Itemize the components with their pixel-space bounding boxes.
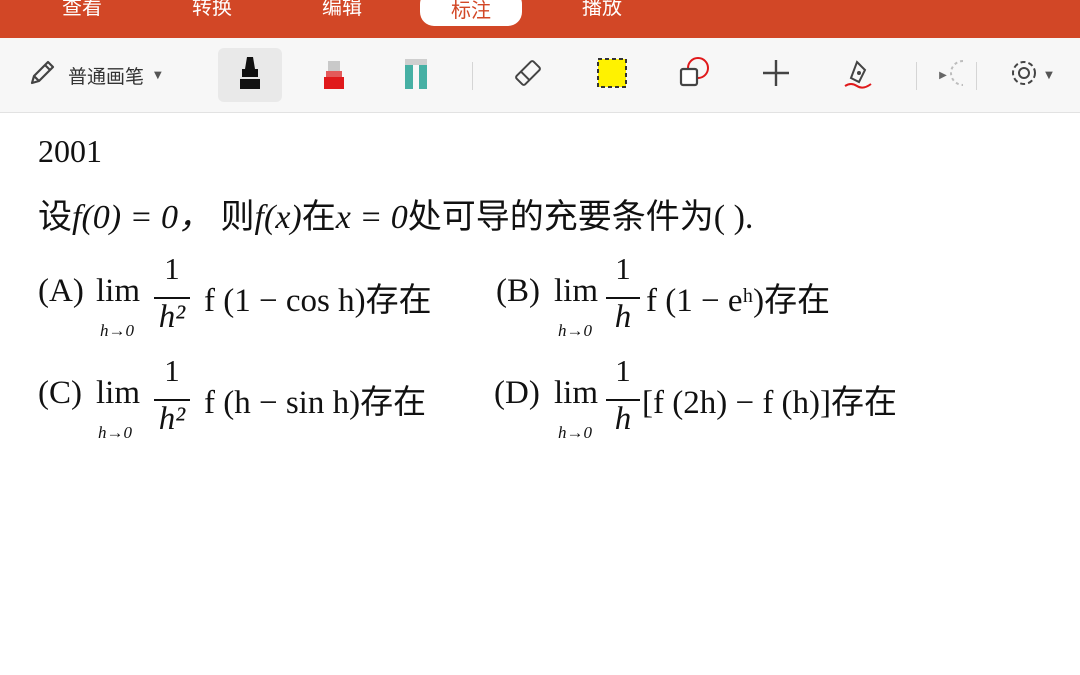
tab-play[interactable]: 播放 [572,0,632,26]
shape-icon [676,55,712,95]
question-mid: 则 [220,199,255,236]
option-expression: [f (2h) − f (h)]存在 [642,385,898,421]
pencil-icon [26,57,58,93]
limit-subscript: h→0 [558,321,592,340]
fraction-numerator: 1 [615,353,631,388]
option-label: (B) [496,273,540,309]
question-at: 在 [301,199,336,236]
option-expression: f (1 − eʰ)存在 [646,283,831,319]
half-circle-icon [947,58,965,92]
red-marker-icon [320,55,348,95]
add-button[interactable] [746,48,806,102]
limit-symbol: lim [96,375,141,411]
question-year: 2001 [38,133,102,169]
option-label: (D) [494,375,540,411]
teal-highlighter-icon [401,55,431,95]
fraction-numerator: 1 [615,251,631,286]
option-c[interactable]: (C) lim h→0 1 h² f (h − sin h)存在 [38,353,478,443]
tab-view[interactable]: 查看 [52,0,112,26]
limit-symbol: lim [554,375,599,411]
black-marker-icon [236,55,264,95]
question-condition: x = 0 [335,199,408,236]
option-label: (A) [38,273,84,309]
tab-convert[interactable]: 转换 [182,0,242,26]
play-small-icon: ▶ [939,69,947,81]
option-b[interactable]: (B) lim h→0 1 h f (1 − eʰ)存在 [496,251,916,341]
pen-style-dropdown[interactable]: 普通画笔 ▼ [26,48,196,102]
pen-style-label: 普通画笔 [68,65,145,88]
teal-highlighter-button[interactable] [386,48,446,102]
highlight-area-button[interactable] [582,48,642,102]
annotation-toolbar: 普通画笔 ▼ ▶ ▼ [0,38,1080,113]
eraser-icon [511,56,545,94]
more-tools-button[interactable]: ▶ [930,48,974,102]
limit-symbol: lim [554,273,599,309]
gear-icon [1009,58,1039,92]
question-prefix: 设 [38,199,72,236]
fraction-denominator: h [614,401,632,437]
limit-subscript: h→0 [558,423,592,442]
ribbon-bar: 查看 转换 编辑 标注 播放 [0,0,1080,38]
toolbar-divider [916,62,917,90]
chevron-down-icon: ▼ [1045,69,1053,81]
option-d[interactable]: (D) lim h→0 1 h [f (2h) − f (h)]存在 [494,353,954,443]
limit-subscript: h→0 [100,321,134,340]
question-text: 设f(0) = 0， 则f(x)在x = 0处可导的充要条件为( ). [38,189,753,238]
fraction-denominator: h² [158,401,186,437]
toolbar-divider [472,62,473,90]
yellow-box-icon [595,56,629,94]
option-expression: f (1 − cos h)存在 [204,283,432,319]
fraction-denominator: h [614,299,632,335]
fraction-numerator: 1 [164,251,180,286]
shape-button[interactable] [664,48,724,102]
fraction-numerator: 1 [164,353,180,388]
tab-annotate[interactable]: 标注 [420,0,522,26]
toolbar-divider [976,62,977,90]
signature-button[interactable] [828,48,888,102]
settings-dropdown[interactable]: ▼ [996,48,1066,102]
signature-icon [841,56,875,94]
question-suffix: 处可导的充要条件为( ). [407,199,754,236]
question-fx: f(x) [254,199,302,236]
document-page: 2001 设f(0) = 0， 则f(x)在x = 0处可导的充要条件为( ).… [0,113,1080,675]
black-marker-button[interactable] [218,48,282,102]
fraction-denominator: h² [158,299,186,335]
plus-icon [759,56,793,94]
option-a[interactable]: (A) lim h→0 1 h² f (1 − cos h)存在 [38,251,478,341]
option-expression: f (h − sin h)存在 [204,385,427,421]
limit-symbol: lim [96,273,141,309]
eraser-button[interactable] [498,48,558,102]
option-label: (C) [38,375,82,411]
question-f0: f(0) = 0， [72,199,213,236]
chevron-down-icon: ▼ [154,69,162,81]
red-marker-button[interactable] [304,48,364,102]
tab-edit[interactable]: 编辑 [312,0,372,26]
limit-subscript: h→0 [98,423,132,442]
